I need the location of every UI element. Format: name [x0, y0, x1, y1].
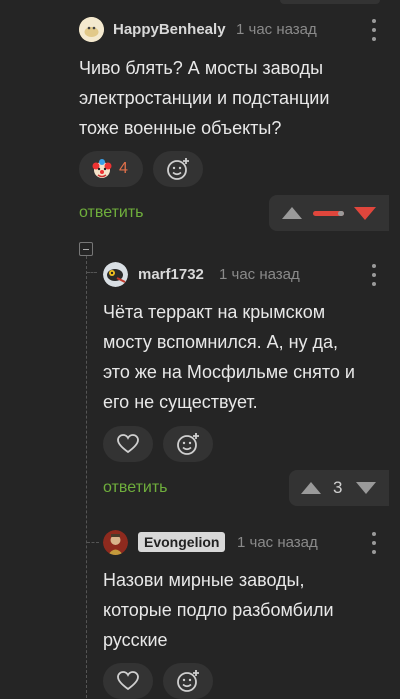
vote-graphics [282, 207, 376, 220]
comment-username[interactable]: HappyBenhealy [113, 21, 226, 38]
thread-branch [87, 542, 99, 543]
previous-comment-actions-fragment [280, 0, 380, 4]
comment-timestamp: 1 час назад [236, 21, 317, 38]
heart-icon [117, 434, 139, 454]
add-emoji-icon [167, 158, 189, 180]
avatar[interactable] [79, 17, 104, 42]
downvote-icon [354, 207, 376, 220]
author-badge-username[interactable]: Evongelion [138, 532, 226, 552]
comment-username[interactable]: marf1732 [138, 266, 204, 283]
comment-timestamp: 1 час назад [237, 534, 318, 551]
reply-link[interactable]: ответить [79, 204, 144, 222]
like-button[interactable] [103, 426, 153, 462]
reaction-button[interactable]: 4 [79, 151, 143, 187]
comment-text: Чиво блять? А мосты заводы электростанци… [79, 58, 330, 138]
more-options-icon[interactable] [364, 532, 384, 554]
avatar-image [79, 17, 104, 42]
comment-text: Чёта терракт на крымском мосту вспомнилс… [103, 302, 355, 412]
thread-branch [87, 272, 97, 273]
add-reaction-button[interactable] [163, 663, 213, 699]
rating-value: 3 [333, 478, 343, 497]
heart-icon [117, 671, 139, 691]
comment-timestamp: 1 час назад [219, 266, 300, 283]
avatar-image [103, 530, 128, 555]
downvote-icon [356, 482, 376, 494]
add-reaction-button[interactable] [163, 426, 213, 462]
more-options-icon[interactable] [364, 19, 384, 41]
reply-link[interactable]: ответить [103, 479, 168, 497]
clown-emoji-icon [92, 159, 112, 178]
upvote-icon [301, 482, 321, 494]
avatar[interactable] [103, 262, 128, 287]
like-button[interactable] [103, 663, 153, 699]
upvote-icon [282, 207, 302, 219]
reaction-count: 4 [119, 160, 128, 177]
vote-controls [269, 195, 389, 231]
avatar-image [103, 262, 128, 287]
comment-text: Назови мирные заводы, которые подло разб… [103, 570, 334, 650]
vote-controls: 3 [289, 470, 389, 506]
avatar[interactable] [103, 530, 128, 555]
add-emoji-icon [177, 670, 199, 692]
add-reaction-button[interactable] [153, 151, 203, 187]
add-emoji-icon [177, 433, 199, 455]
more-options-icon[interactable] [364, 264, 384, 286]
thread-line [86, 256, 87, 698]
collapse-thread-button[interactable] [79, 242, 93, 256]
